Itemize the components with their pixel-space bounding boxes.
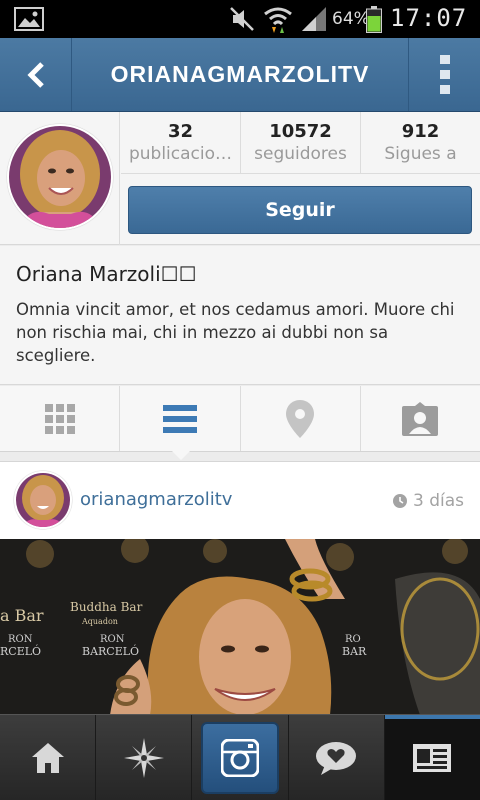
photo-sponsor-center-2: BARCELÓ [82,644,139,658]
app-screen: 64% 17:07 ORIANAGMARZOLITV 32 publicacio… [0,0,480,800]
gallery-icon [14,7,44,31]
home-icon [31,742,64,773]
post-header: orianagmarzolitv 3 días [0,461,480,539]
explore-icon [123,737,164,778]
photo-logo-subtitle: Aquadon [81,617,118,626]
back-button[interactable] [0,38,72,111]
status-bar: 64% 17:07 [0,0,480,38]
tab-tagged[interactable] [361,386,480,451]
photo-sponsor-right-1: RO [345,634,361,645]
stat-value: 32 [167,121,194,142]
overflow-menu-icon [439,54,450,94]
profile-stats: 32 publicacio… 10572 seguidores 912 Sigu… [121,112,480,174]
nav-home[interactable] [0,715,97,800]
nav-activity[interactable] [289,715,385,800]
stat-following[interactable]: 912 Sigues a [361,112,480,173]
grid-icon [44,403,75,434]
stat-value: 912 [401,121,440,142]
photo-sponsor-center-1: RON [100,634,125,645]
location-pin-icon [286,399,315,438]
overflow-menu-button[interactable] [408,38,480,111]
avatar[interactable] [7,124,113,230]
photo-sponsor-right-2: BAR [342,645,367,658]
stat-label: Sigues a [384,144,457,164]
page-title: ORIANAGMARZOLITV [110,61,370,87]
bio-text: Omnia vincit amor, et nos cedamus amori.… [16,300,455,365]
post-time-text: 3 días [412,491,464,511]
clock-icon [392,494,407,508]
clock-time: 17:07 [390,4,468,32]
stat-posts[interactable]: 32 publicacio… [121,112,241,173]
active-tab-indicator [172,451,190,460]
profile-name: Oriana Marzoli☐☐ [16,262,197,286]
signal-icon [302,7,326,31]
follow-button[interactable]: Seguir [128,186,472,234]
battery-percent: 64% [332,9,370,29]
post-timestamp: 3 días [392,491,464,511]
mute-icon [230,7,254,31]
photo-logo-center: Buddha Bar [70,600,143,614]
photo-logo-left: a Bar [0,606,44,625]
profile-header: 32 publicacio… 10572 seguidores 912 Sigu… [0,112,480,245]
camera-button[interactable] [201,721,279,794]
stat-value: 10572 [269,121,332,142]
post-photo[interactable]: a Bar Buddha Bar Aquadon RON RCELÓ RON B… [0,539,480,715]
bottom-nav [0,714,480,800]
photo-sponsor-left-2: RCELÓ [0,644,41,658]
profile-icon [413,743,452,772]
chevron-left-icon [26,61,44,88]
view-tabs [0,386,480,452]
avatar-container [0,112,120,245]
stat-followers[interactable]: 10572 seguidores [241,112,361,173]
nav-explore[interactable] [96,715,193,800]
stat-label: seguidores [254,144,347,164]
nav-profile[interactable] [384,715,480,800]
tab-map[interactable] [241,386,361,451]
tab-grid[interactable] [0,386,121,451]
activity-icon [316,741,357,775]
title-bar: ORIANAGMARZOLITV [0,38,480,112]
battery-icon [366,6,382,33]
tagged-photos-icon [402,401,439,436]
camera-icon [221,738,259,777]
post-username[interactable]: orianagmarzolitv [80,489,232,510]
post-avatar[interactable] [14,471,72,529]
photo-sponsor-left-1: RON [8,634,33,645]
stat-label: publicacio… [128,144,233,164]
profile-bio: Oriana Marzoli☐☐ Omnia vincit amor, et n… [0,246,480,385]
tab-list[interactable] [120,386,241,451]
nav-camera[interactable] [192,715,289,800]
list-icon [162,404,197,433]
wifi-icon [264,7,292,33]
